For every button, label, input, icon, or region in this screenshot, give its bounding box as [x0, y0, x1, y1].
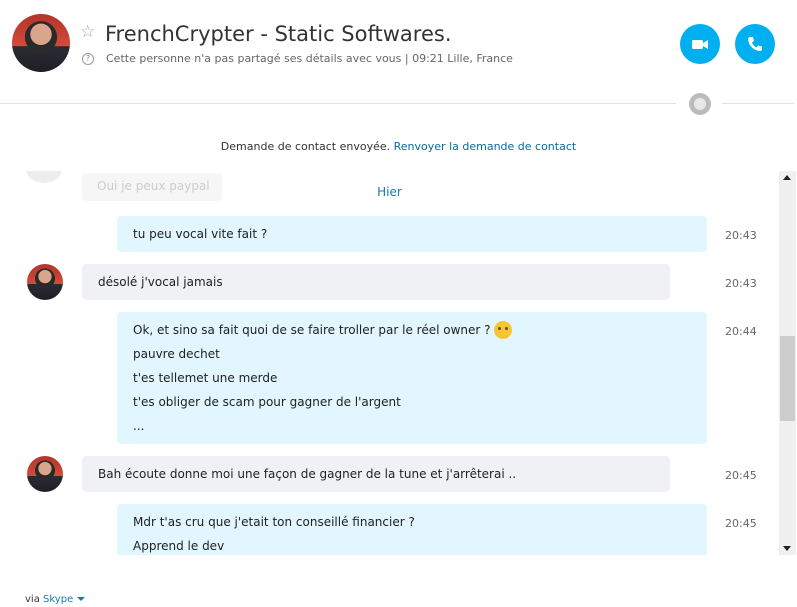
- message-time: 20:45: [725, 517, 757, 530]
- message-time: 20:43: [725, 277, 757, 290]
- message-text: t'es obliger de scam pour gagner de l'ar…: [133, 395, 401, 409]
- contact-request-notice: Demande de contact envoyée. Renvoyer la …: [0, 140, 797, 153]
- phone-icon: [748, 37, 762, 51]
- message-text: tu peu vocal vite fait ?: [133, 227, 268, 241]
- message-text: Mdr t'as cru que j'etait ton conseillé f…: [133, 515, 415, 529]
- contact-avatar[interactable]: [12, 14, 70, 72]
- header-divider: [0, 103, 676, 104]
- via-skype-footer: via Skype: [25, 594, 86, 605]
- message-text: pauvre dechet: [133, 347, 220, 361]
- message-bubble[interactable]: Bah écoute donne moi une façon de gagner…: [82, 456, 670, 492]
- video-call-button[interactable]: [680, 24, 720, 64]
- video-camera-icon: [692, 40, 708, 49]
- message-bubble[interactable]: Ok, et sino sa fait quoi de se faire tro…: [117, 312, 707, 444]
- scroll-thumb[interactable]: [780, 336, 795, 421]
- chevron-down-icon[interactable]: [77, 597, 86, 601]
- info-icon[interactable]: ?: [82, 53, 94, 65]
- star-icon[interactable]: ☆: [80, 24, 95, 41]
- message-text: Bah écoute donne moi une façon de gagner…: [98, 467, 517, 481]
- message-text-content: Ok, et sino sa fait quoi de se faire tro…: [133, 323, 491, 337]
- globe-icon[interactable]: [689, 93, 711, 115]
- thinking-emoji-icon: [493, 320, 512, 339]
- message-text: Ok, et sino sa fait quoi de se faire tro…: [117, 318, 707, 342]
- message-bubble[interactable]: désolé j'vocal jamais: [82, 264, 670, 300]
- contact-name: FrenchCrypter - Static Softwares.: [105, 22, 452, 46]
- contact-details: Cette personne n'a pas partagé ses détai…: [106, 52, 513, 65]
- message-text: ...: [133, 419, 145, 433]
- message-time: 20:44: [725, 325, 757, 338]
- chat-scrollbar[interactable]: [779, 171, 796, 555]
- resend-contact-request-link[interactable]: Renvoyer la demande de contact: [394, 140, 577, 153]
- conversation-header: ☆ FrenchCrypter - Static Softwares. ? Ce…: [0, 0, 797, 115]
- message-bubble[interactable]: tu peu vocal vite fait ?: [117, 216, 707, 252]
- day-separator: Hier: [377, 185, 402, 199]
- sender-avatar[interactable]: [27, 264, 63, 300]
- message-time: 20:43: [725, 229, 757, 242]
- scroll-up-arrow-icon[interactable]: [779, 171, 796, 185]
- skype-link[interactable]: Skype: [43, 594, 73, 605]
- message-time: 20:45: [725, 469, 757, 482]
- message-text: Apprend le dev: [133, 539, 225, 553]
- sender-avatar[interactable]: [27, 456, 63, 492]
- message-bubble[interactable]: Mdr t'as cru que j'etait ton conseillé f…: [117, 504, 707, 555]
- message-text: t'es tellemet une merde: [133, 371, 278, 385]
- audio-call-button[interactable]: [735, 24, 775, 64]
- via-label: via: [25, 594, 44, 605]
- contact-request-text: Demande de contact envoyée.: [220, 140, 394, 153]
- scroll-down-arrow-icon[interactable]: [779, 541, 796, 555]
- chat-history[interactable]: Oui je peux paypal Hier tu peu vocal vit…: [0, 171, 779, 555]
- faded-avatar: [26, 171, 62, 183]
- message-text: désolé j'vocal jamais: [98, 275, 223, 289]
- header-divider-right: [722, 103, 794, 104]
